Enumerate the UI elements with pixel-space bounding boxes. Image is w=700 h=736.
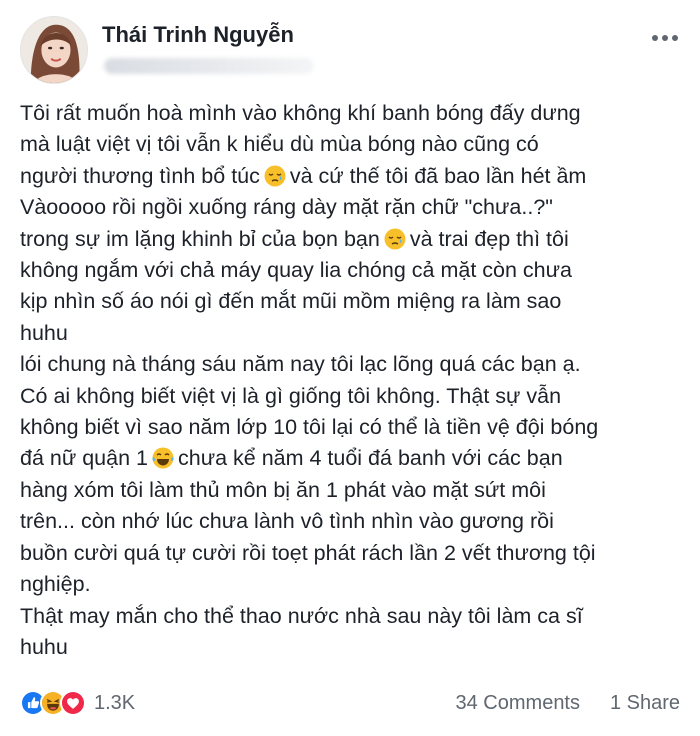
avatar[interactable] xyxy=(20,16,88,84)
post-line: trên... còn nhớ lúc chưa lành vô tình nh… xyxy=(20,506,688,537)
post-header: Thái Trinh Nguyễn xyxy=(20,16,680,88)
post-line-text-after: và cứ thế tôi đã bao lần hét ầm xyxy=(289,163,587,188)
post-line: không ngắm với chả máy quay lia chóng cả… xyxy=(20,255,688,286)
author-name[interactable]: Thái Trinh Nguyễn xyxy=(102,22,294,48)
post-line: Thật may mắn cho thể thao nước nhà sau n… xyxy=(20,601,688,632)
post-line: trong sự im lặng khinh bỉ của bọn bạn và … xyxy=(20,224,688,255)
post-line: Có ai không biết việt vị là gì giống tôi… xyxy=(20,381,688,412)
post-line: hàng xóm tôi làm thủ môn bị ăn 1 phát và… xyxy=(20,475,688,506)
post-line-text-after: chưa kể năm 4 tuổi đá banh với các bạn xyxy=(177,446,563,471)
post-line-text: Thật may mắn cho thể thao nước nhà sau n… xyxy=(20,603,583,628)
post-line-text: đá nữ quận 1 xyxy=(20,446,148,471)
reaction-count[interactable]: 1.3K xyxy=(94,692,135,715)
post-line-text: Tôi rất muốn hoà mình vào không khí banh… xyxy=(20,101,581,125)
comments-link[interactable]: 34 Comments xyxy=(456,692,581,715)
post-line: không biết vì sao năm lớp 10 tôi lại có … xyxy=(20,412,688,443)
post-line: nghiệp. xyxy=(20,569,688,600)
post-line: mà luật việt vị tôi vẫn k hiểu dù mùa bó… xyxy=(20,129,688,160)
post-line-text: buồn cười quá tự cười rồi toẹt phát rách… xyxy=(20,540,596,565)
post-line: Tôi rất muốn hoà mình vào không khí banh… xyxy=(20,98,688,129)
post-line-text: kịp nhìn số áo nói gì đến mắt mũi mồm mi… xyxy=(20,289,562,314)
post-line-text: huhu xyxy=(20,634,68,659)
post-line: đá nữ quận 1 chưa kể năm 4 tuổi đá banh v… xyxy=(20,443,688,474)
post-line-text: trên... còn nhớ lúc chưa lành vô tình nh… xyxy=(20,509,554,534)
post-line-text: không ngắm với chả máy quay lia chóng cả… xyxy=(20,258,572,283)
post-line-text: hàng xóm tôi làm thủ môn bị ăn 1 phát và… xyxy=(20,477,546,502)
post-line: Vàooooo rồi ngồi xuống ráng dày mặt rặn … xyxy=(20,192,688,223)
post-line-text: Có ai không biết việt vị là gì giống tôi… xyxy=(20,383,562,408)
post-line-text: huhu xyxy=(20,320,68,345)
tears-of-joy-emoji xyxy=(152,447,174,469)
post-line: kịp nhìn số áo nói gì đến mắt mũi mồm mi… xyxy=(20,286,688,317)
sleepy-emoji xyxy=(384,228,406,250)
post-line-text: lói chung nà tháng sáu năm nay tôi lạc l… xyxy=(20,352,581,377)
post-line-text-after: và trai đẹp thì tôi xyxy=(409,226,569,251)
post-line: huhu xyxy=(20,318,688,349)
love-icon xyxy=(60,690,86,716)
post-line-text: Vàooooo rồi ngồi xuống ráng dày mặt rặn … xyxy=(20,195,553,220)
post-line-text: trong sự im lặng khinh bỉ của bọn bạn xyxy=(20,226,380,251)
post-line-text: nghiệp. xyxy=(20,572,91,597)
post-line-text: người thương tình bổ túc xyxy=(20,163,260,188)
post-line-text: không biết vì sao năm lớp 10 tôi lại có … xyxy=(20,415,599,440)
sleepy-emoji xyxy=(264,165,286,187)
shares-link[interactable]: 1 Share xyxy=(610,692,680,715)
post-line: huhu xyxy=(20,632,688,663)
post-line: lói chung nà tháng sáu năm nay tôi lạc l… xyxy=(20,349,688,380)
post-footer: 1.3K 34 Comments 1 Share xyxy=(20,686,680,722)
post-line: người thương tình bổ túc và cứ thế tôi đã… xyxy=(20,161,688,192)
reaction-summary[interactable]: 1.3K xyxy=(20,690,135,716)
post-body: Tôi rất muốn hoà mình vào không khí banh… xyxy=(20,98,688,663)
post-line-text: mà luật việt vị tôi vẫn k hiểu dù mùa bó… xyxy=(20,132,539,157)
more-options-icon[interactable] xyxy=(650,28,680,48)
post-line: buồn cười quá tự cười rồi toẹt phát rách… xyxy=(20,538,688,569)
post-timestamp-blurred xyxy=(104,58,314,74)
